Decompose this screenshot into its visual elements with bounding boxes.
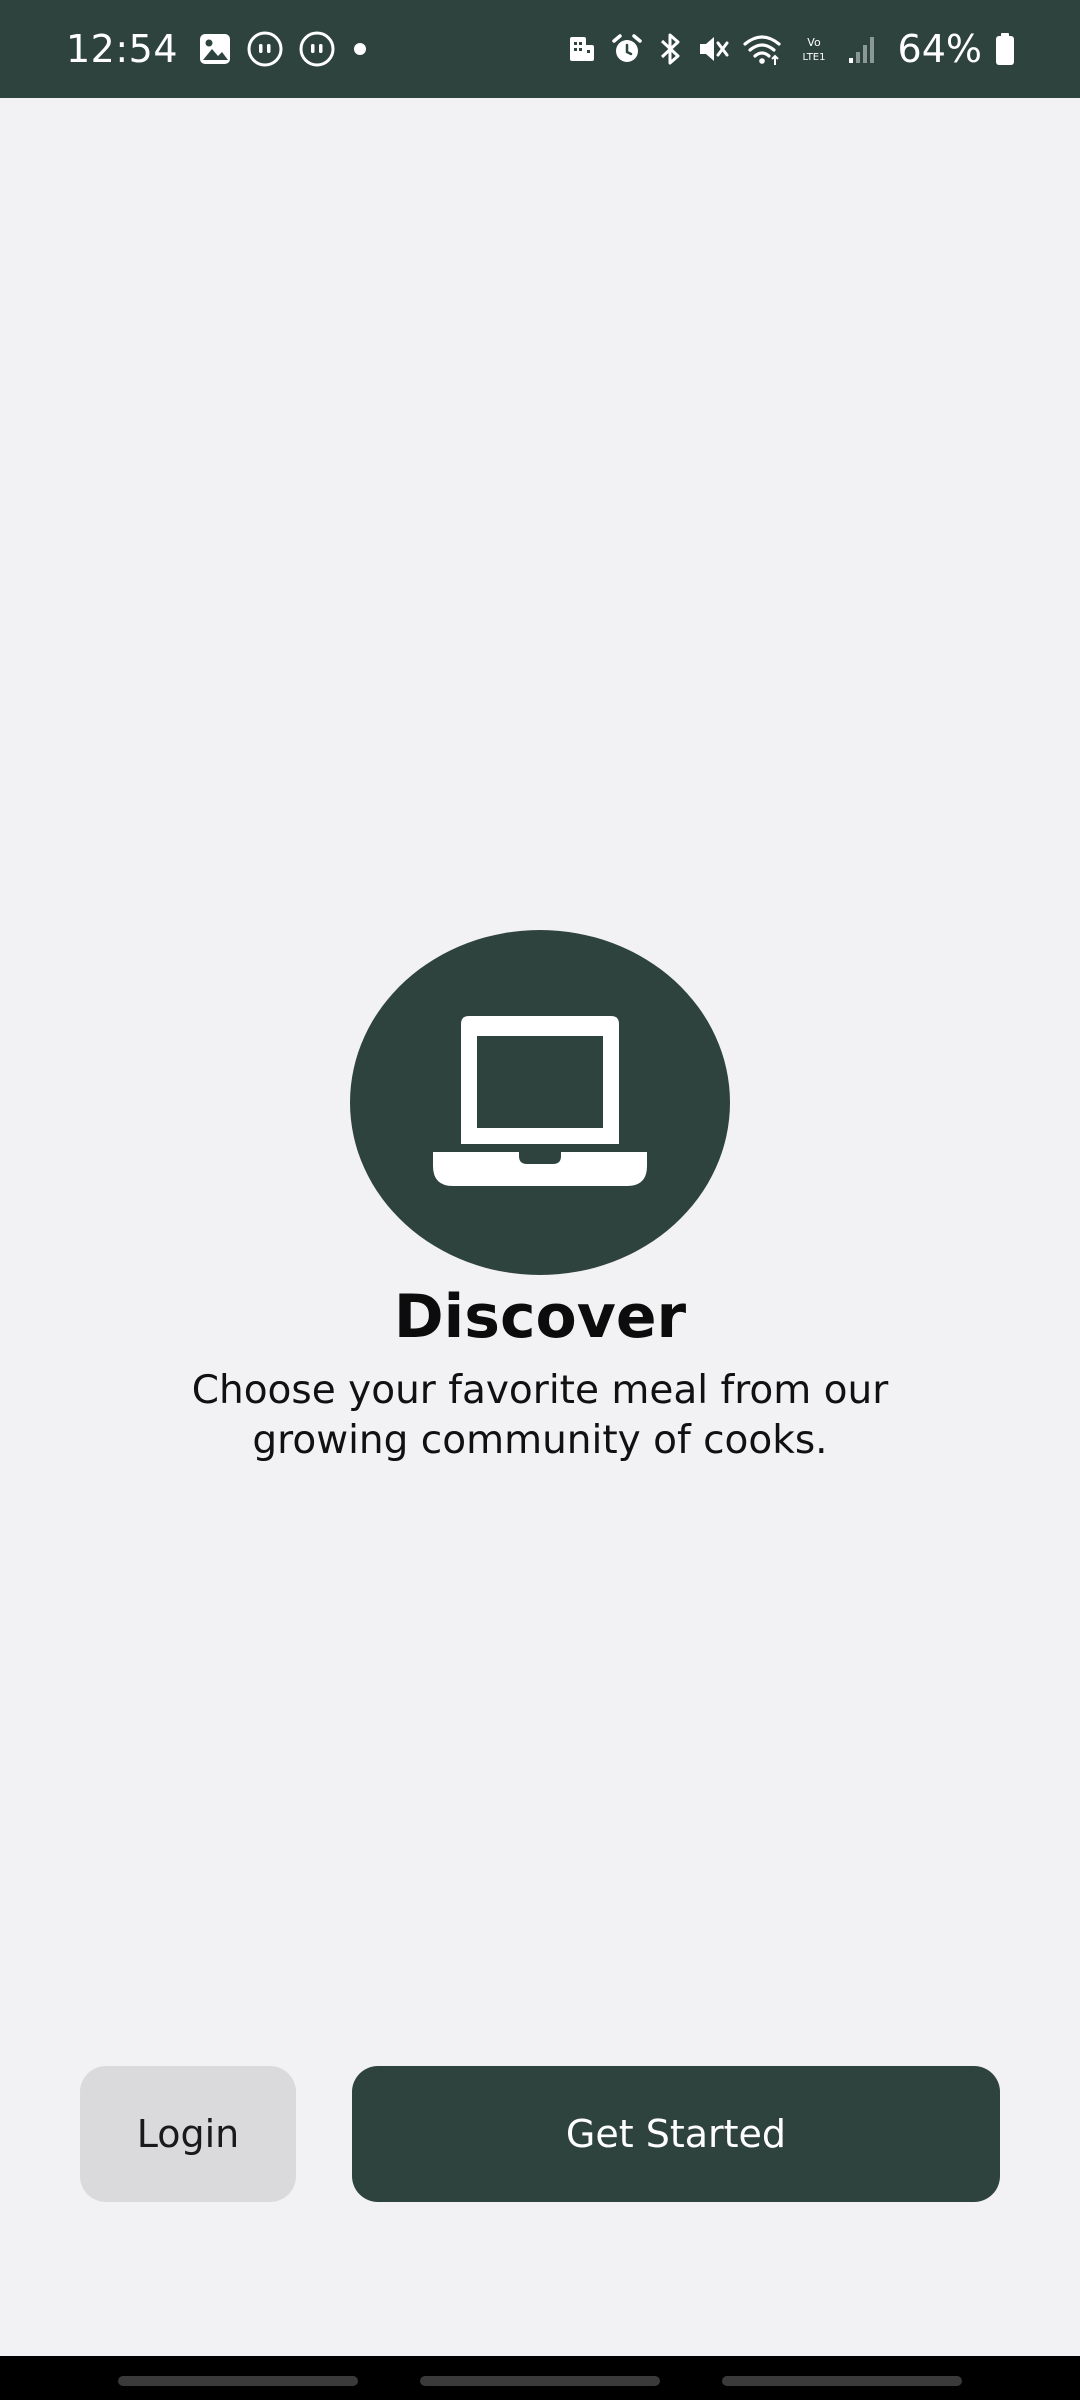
login-button[interactable]: Login <box>80 2066 296 2202</box>
battery-percent: 64% <box>897 27 982 71</box>
gallery-icon <box>198 32 232 66</box>
battery-icon <box>994 31 1016 67</box>
page-subtitle: Choose your favorite meal from our growi… <box>191 1368 889 1463</box>
chat-bubble-icon <box>246 30 284 68</box>
status-bar-left: 12:54 <box>66 0 370 98</box>
get-started-button-label: Get Started <box>565 2112 787 2156</box>
dot-icon <box>350 39 370 59</box>
onboarding-screen: 12:54 Vo LTE1 64% Discover Choose your f… <box>0 0 1080 2400</box>
navigation-bar <box>0 2356 1080 2400</box>
alarm-icon <box>610 32 644 66</box>
status-bar: 12:54 Vo LTE1 64% <box>0 0 1080 98</box>
nav-recents-handle[interactable] <box>118 2376 358 2386</box>
bluetooth-icon <box>656 32 684 66</box>
page-title: Discover <box>393 1282 687 1352</box>
chat-bubble-icon <box>298 30 336 68</box>
login-button-label: Login <box>136 2112 240 2156</box>
wifi-icon <box>742 32 782 66</box>
hero-circle <box>350 930 730 1275</box>
building-icon <box>566 33 598 65</box>
nav-back-handle[interactable] <box>722 2376 962 2386</box>
mute-icon <box>696 32 730 66</box>
nav-home-handle[interactable] <box>420 2376 660 2386</box>
volte-icon: Vo LTE1 <box>794 32 834 66</box>
svg-text:LTE1: LTE1 <box>802 52 825 63</box>
svg-text:Vo: Vo <box>807 36 821 49</box>
signal-icon <box>846 32 880 66</box>
status-time: 12:54 <box>66 27 179 71</box>
laptop-icon <box>433 1015 647 1190</box>
get-started-button[interactable]: Get Started <box>352 2066 1000 2202</box>
status-bar-right: Vo LTE1 64% <box>566 0 1016 98</box>
